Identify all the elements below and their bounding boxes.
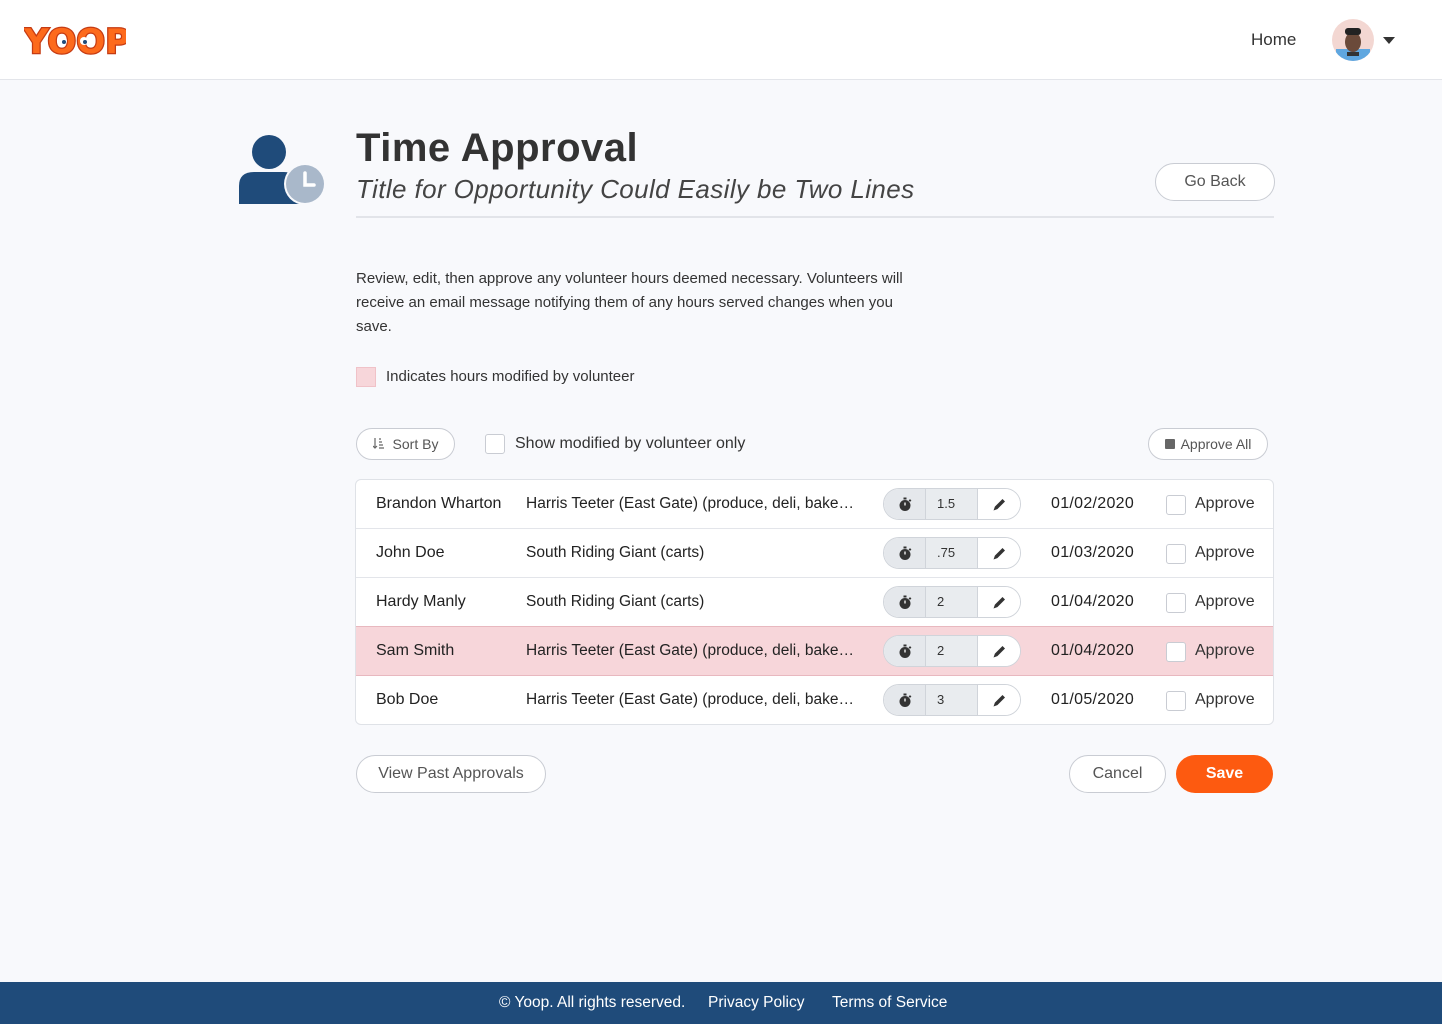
- yoop-logo[interactable]: YOOP: [24, 20, 126, 60]
- approve-checkbox[interactable]: [1166, 691, 1186, 711]
- hours-input[interactable]: .75: [926, 538, 978, 568]
- footer-copyright: © Yoop. All rights reserved.: [499, 994, 686, 1011]
- hours-input[interactable]: 1.5: [926, 489, 978, 519]
- sort-icon: [372, 437, 385, 452]
- service-date: 01/05/2020: [1051, 691, 1135, 708]
- stopwatch-icon: [884, 685, 926, 715]
- opportunity-name: Harris Teeter (East Gate) (produce, deli…: [526, 642, 856, 659]
- opportunity-name: South Riding Giant (carts): [526, 544, 705, 561]
- opportunity-title: Title for Opportunity Could Easily be Tw…: [356, 174, 915, 204]
- hours-input-group: 2: [883, 586, 1021, 618]
- modified-legend-swatch: [356, 367, 376, 387]
- table-row[interactable]: Hardy Manly South Riding Giant (carts) 2 01…: [356, 578, 1273, 627]
- page-title: Time Approval: [356, 126, 639, 170]
- hours-input-group: 3: [883, 684, 1021, 716]
- title-divider: [356, 216, 1274, 218]
- approve-checkbox[interactable]: [1166, 544, 1186, 564]
- view-past-approvals-button[interactable]: View Past Approvals: [356, 755, 546, 793]
- logo-letters: YOOP: [24, 22, 126, 60]
- volunteer-name: Sam Smith: [376, 642, 455, 659]
- volunteer-name: Hardy Manly: [376, 593, 466, 610]
- service-date: 01/04/2020: [1051, 642, 1135, 659]
- approve-all-label: Approve All: [1180, 436, 1252, 452]
- volunteer-name: Bob Doe: [376, 691, 439, 708]
- sort-by-button[interactable]: Sort By: [356, 428, 455, 460]
- volunteer-name: John Doe: [376, 544, 445, 561]
- service-date: 01/04/2020: [1051, 593, 1135, 610]
- account-dropdown-caret-icon[interactable]: [1383, 37, 1395, 44]
- go-back-button[interactable]: Go Back: [1155, 163, 1275, 201]
- sort-by-label: Sort By: [392, 436, 439, 452]
- time-approval-table: Brandon Wharton Harris Teeter (East Gate)…: [355, 479, 1274, 725]
- table-row[interactable]: Sam Smith Harris Teeter (East Gate) (prod…: [356, 626, 1273, 676]
- modified-only-checkbox[interactable]: [485, 434, 505, 454]
- nav-home-link[interactable]: Home: [1251, 30, 1296, 50]
- hours-input-group: .75: [883, 537, 1021, 569]
- table-row[interactable]: Brandon Wharton Harris Teeter (East Gate)…: [356, 480, 1273, 529]
- footer: © Yoop. All rights reserved. Privacy Pol…: [0, 982, 1442, 1024]
- stopwatch-icon: [884, 636, 926, 666]
- table-row[interactable]: John Doe South Riding Giant (carts) .75 01/…: [356, 529, 1273, 578]
- approve-checkbox[interactable]: [1166, 495, 1186, 515]
- hours-input-group: 1.5: [883, 488, 1021, 520]
- stopwatch-icon: [884, 538, 926, 568]
- approve-label: Approve: [1195, 642, 1255, 659]
- edit-pencil-icon[interactable]: [978, 636, 1020, 666]
- modified-legend-label: Indicates hours modified by volunteer: [386, 368, 635, 385]
- approve-checkbox[interactable]: [1166, 642, 1186, 662]
- user-avatar[interactable]: [1332, 19, 1374, 61]
- edit-pencil-icon[interactable]: [978, 538, 1020, 568]
- terms-of-service-link[interactable]: Terms of Service: [832, 994, 947, 1012]
- volunteer-name: Brandon Wharton: [376, 495, 502, 512]
- approve-label: Approve: [1195, 593, 1255, 610]
- hours-input-group: 2: [883, 635, 1021, 667]
- intro-text: Review, edit, then approve any volunteer…: [356, 270, 903, 335]
- approve-label: Approve: [1195, 691, 1255, 708]
- hours-input[interactable]: 3: [926, 685, 978, 715]
- opportunity-name: Harris Teeter (East Gate) (produce, deli…: [526, 495, 856, 512]
- approve-label: Approve: [1195, 544, 1255, 561]
- user-clock-icon: [238, 134, 328, 206]
- service-date: 01/03/2020: [1051, 544, 1135, 561]
- table-row[interactable]: Bob Doe Harris Teeter (East Gate) (produc…: [356, 676, 1273, 724]
- edit-pencil-icon[interactable]: [978, 489, 1020, 519]
- approve-label: Approve: [1195, 495, 1255, 512]
- approve-all-button[interactable]: Approve All: [1148, 428, 1268, 460]
- hours-input[interactable]: 2: [926, 587, 978, 617]
- stopwatch-icon: [884, 587, 926, 617]
- approve-checkbox[interactable]: [1166, 593, 1186, 613]
- cancel-button[interactable]: Cancel: [1069, 755, 1166, 793]
- modified-only-label: Show modified by volunteer only: [515, 435, 746, 452]
- opportunity-name: Harris Teeter (East Gate) (produce, deli…: [526, 691, 856, 708]
- privacy-policy-link[interactable]: Privacy Policy: [708, 994, 804, 1012]
- approve-all-square-icon: [1164, 439, 1175, 449]
- hours-input[interactable]: 2: [926, 636, 978, 666]
- top-navbar: YOOP Home: [0, 0, 1442, 80]
- opportunity-name: South Riding Giant (carts): [526, 593, 705, 610]
- edit-pencil-icon[interactable]: [978, 587, 1020, 617]
- save-button[interactable]: Save: [1176, 755, 1273, 793]
- stopwatch-icon: [884, 489, 926, 519]
- edit-pencil-icon[interactable]: [978, 685, 1020, 715]
- service-date: 01/02/2020: [1051, 495, 1135, 512]
